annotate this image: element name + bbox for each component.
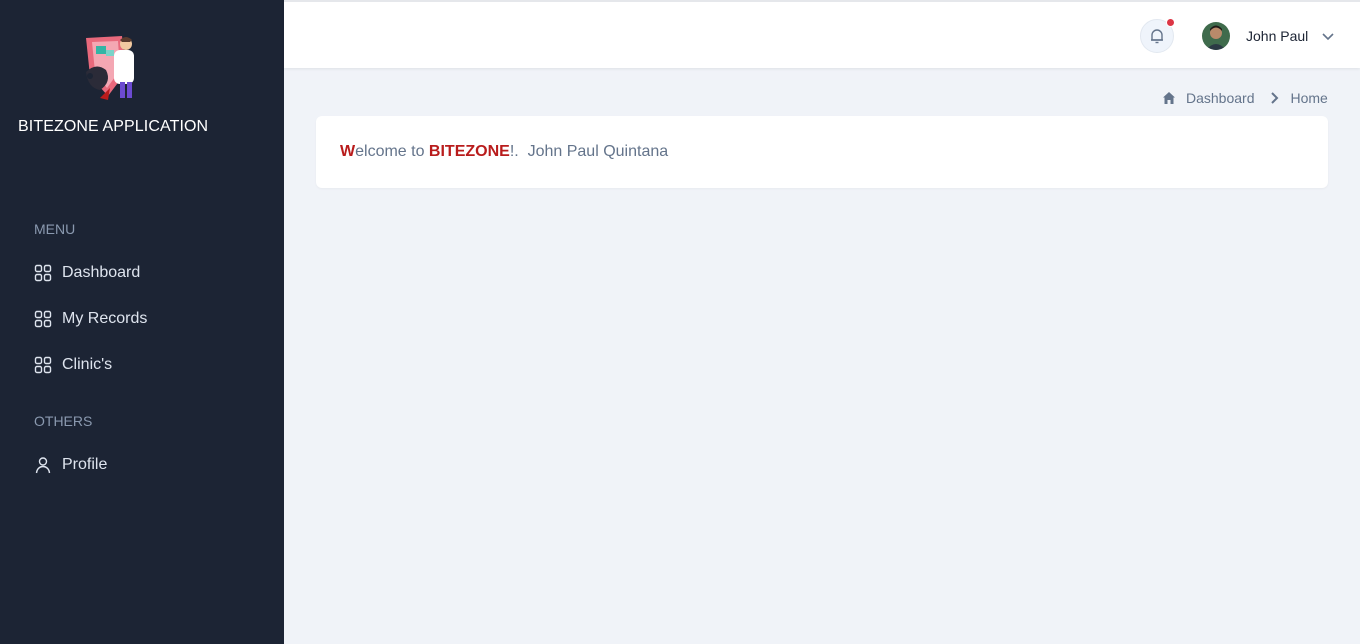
avatar[interactable] bbox=[1202, 22, 1230, 50]
welcome-punctuation: !. bbox=[509, 143, 528, 160]
welcome-card: Welcome to BITEZONE!. John Paul Quintana bbox=[316, 116, 1328, 188]
sidebar-item-label: Profile bbox=[62, 456, 108, 473]
home-icon bbox=[1163, 92, 1175, 104]
welcome-app-name: BITEZONE bbox=[428, 143, 510, 160]
sidebar-item-label: My Records bbox=[62, 310, 148, 327]
sidebar-item-label: Dashboard bbox=[62, 264, 141, 281]
sidebar-item-my-records[interactable]: My Records bbox=[34, 307, 147, 331]
bell-icon bbox=[1151, 29, 1163, 44]
breadcrumb-dashboard-link[interactable]: Dashboard bbox=[1186, 90, 1255, 106]
welcome-greeting: elcome to bbox=[355, 143, 429, 160]
user-name[interactable]: John Paul bbox=[1246, 28, 1308, 44]
app-root: BITEZONE APPLICATION MENU Dashboard My R… bbox=[0, 0, 1360, 644]
breadcrumb-current: Home bbox=[1290, 90, 1328, 106]
grid-icon bbox=[34, 264, 52, 282]
chevron-right-icon bbox=[1270, 92, 1278, 104]
notification-indicator bbox=[1166, 18, 1175, 27]
menu-section-title: MENU bbox=[34, 221, 76, 237]
user-menu[interactable]: John Paul bbox=[1202, 22, 1336, 50]
bitezone-logo[interactable] bbox=[78, 32, 146, 104]
welcome-first-letter: W bbox=[340, 143, 356, 160]
sidebar: BITEZONE APPLICATION MENU Dashboard My R… bbox=[0, 0, 284, 644]
user-icon bbox=[35, 457, 51, 474]
app-brand-title: BITEZONE APPLICATION bbox=[18, 118, 209, 135]
top-header: John Paul bbox=[284, 0, 1360, 68]
welcome-user-full-name: John Paul Quintana bbox=[527, 143, 669, 160]
sidebar-item-dashboard[interactable]: Dashboard bbox=[34, 261, 140, 285]
others-section-title: OTHERS bbox=[34, 413, 93, 429]
sidebar-item-profile[interactable]: Profile bbox=[34, 453, 107, 477]
grid-icon bbox=[34, 356, 52, 374]
grid-icon bbox=[34, 310, 52, 328]
notification-button[interactable] bbox=[1140, 18, 1175, 53]
welcome-message: Welcome to BITEZONE!. John Paul Quintana bbox=[340, 143, 668, 161]
chevron-down-icon[interactable] bbox=[1320, 28, 1336, 44]
breadcrumb: Dashboard Home bbox=[1162, 89, 1328, 107]
sidebar-item-clinics[interactable]: Clinic's bbox=[34, 353, 112, 377]
sidebar-item-label: Clinic's bbox=[62, 356, 113, 373]
